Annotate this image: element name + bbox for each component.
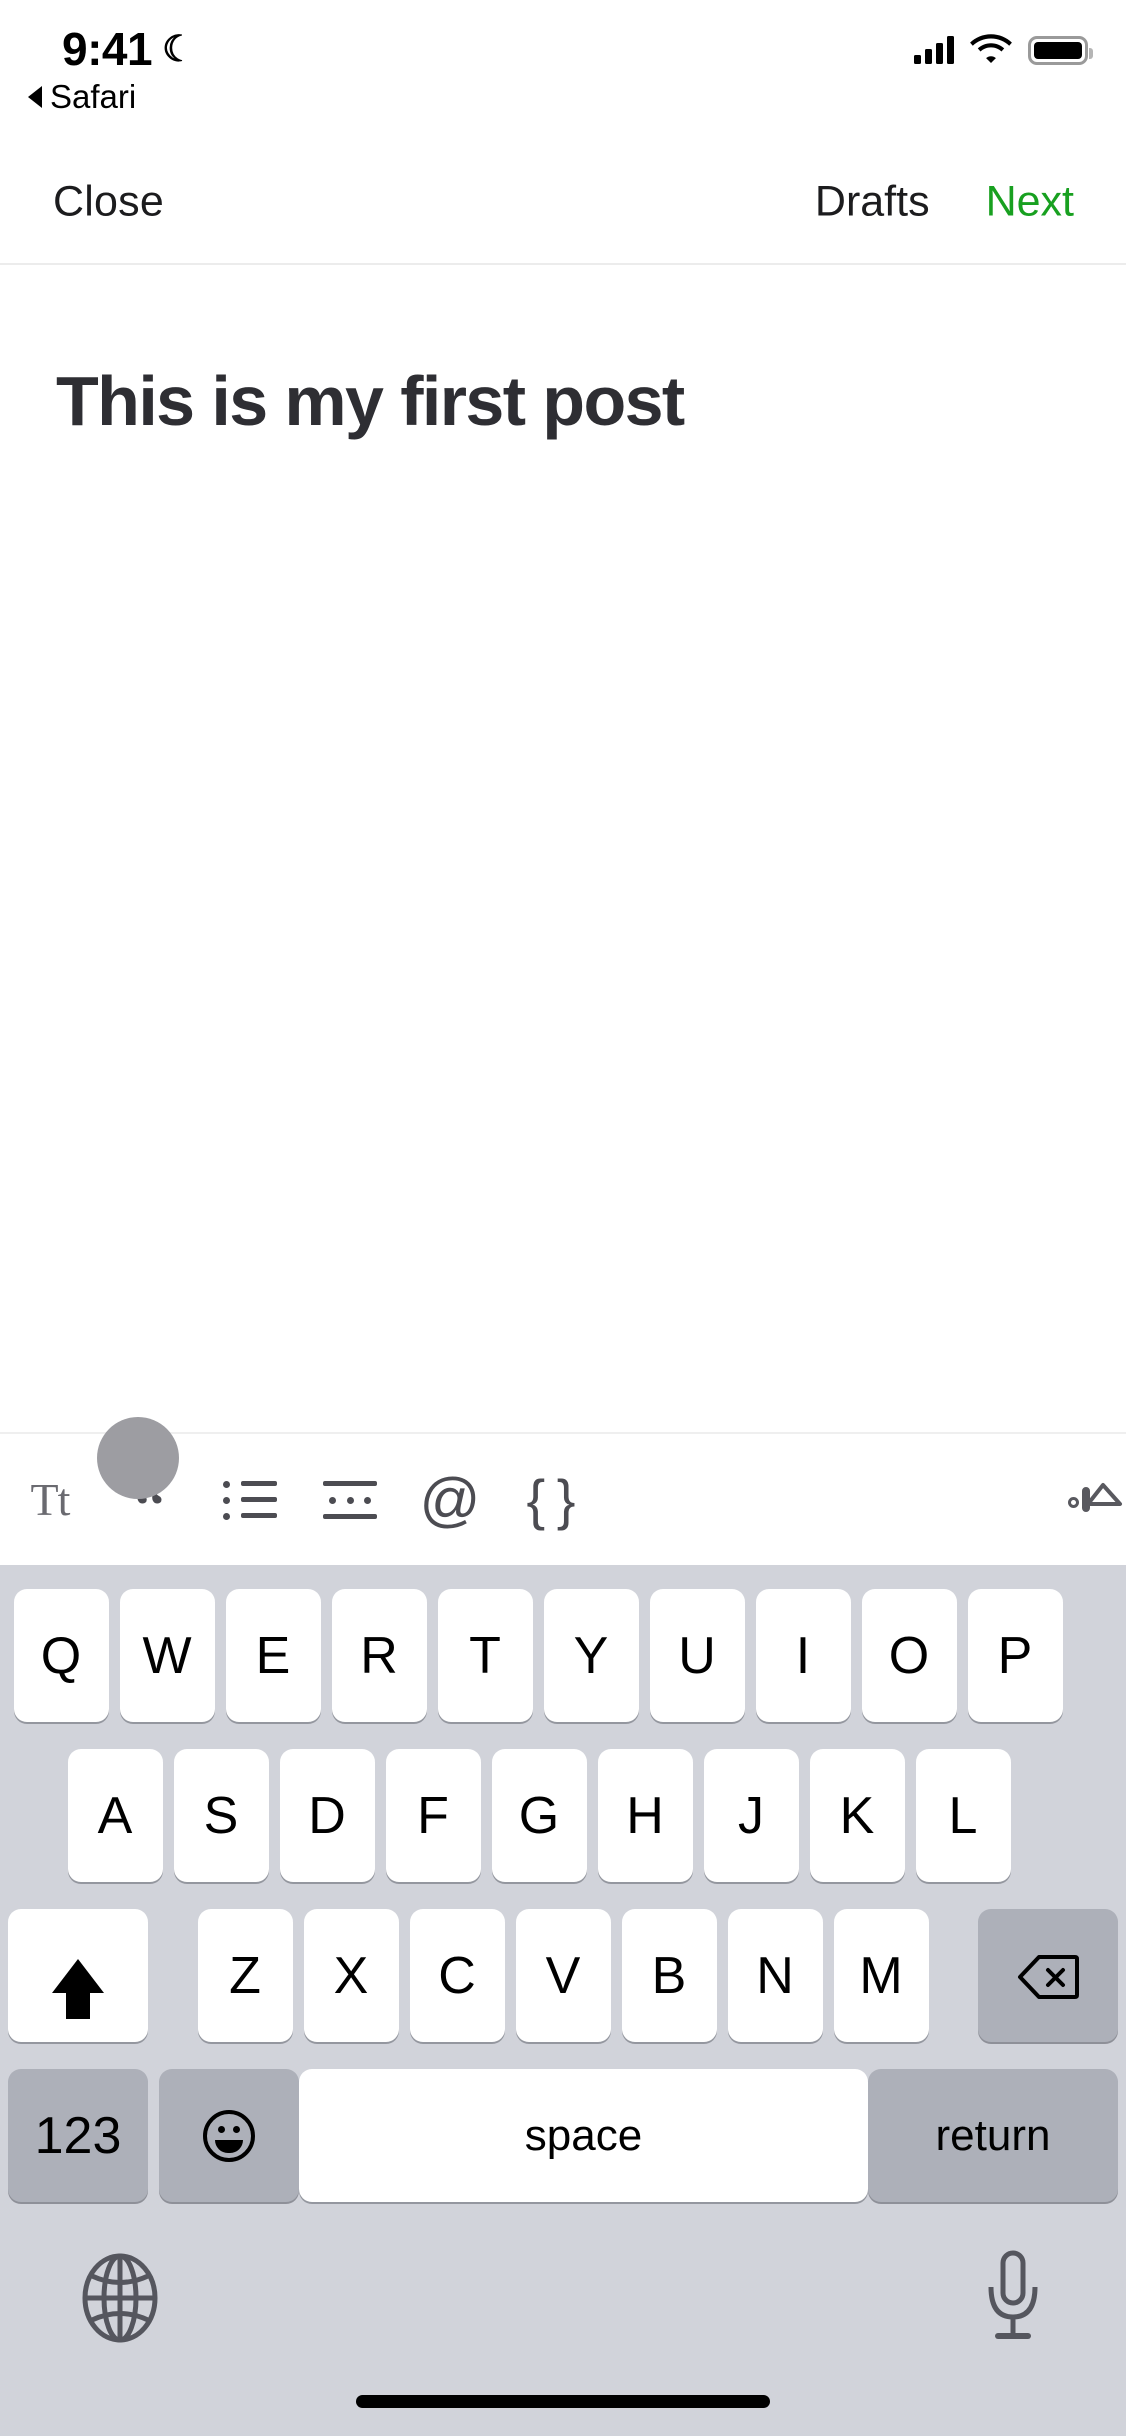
status-bar: 9:41 ☾ Safari	[0, 0, 1126, 140]
key-a[interactable]: A	[67, 1749, 163, 1882]
keyboard-row-3: Z X C V B N M	[0, 1909, 1126, 2042]
bulleted-list-icon[interactable]	[200, 1450, 300, 1550]
touch-point	[97, 1417, 179, 1499]
back-to-safari-button[interactable]: Safari	[28, 78, 136, 116]
nav-bar: Close Drafts Next	[0, 140, 1126, 265]
backspace-delete-icon	[1017, 1953, 1079, 1999]
status-time-group: 9:41 ☾	[62, 22, 194, 76]
code-block-icon[interactable]: { }	[500, 1450, 600, 1550]
format-toolbar-items: Tt “ @ {}	[0, 1450, 600, 1550]
post-editor[interactable]: This is my first post	[0, 267, 1126, 1447]
key-d[interactable]: D	[279, 1749, 375, 1882]
return-key[interactable]: return	[868, 2069, 1118, 2202]
row3-letters: Z X C V B N M	[192, 1909, 934, 2042]
mention-glyph: @	[419, 1465, 481, 1533]
key-u[interactable]: U	[649, 1589, 745, 1722]
text-format-icon[interactable]: Tt	[0, 1450, 100, 1550]
key-j[interactable]: J	[703, 1749, 799, 1882]
cellular-signal-icon	[914, 36, 954, 64]
shift-up-arrow-icon	[52, 1958, 104, 2019]
text-format-glyph: Tt	[30, 1474, 71, 1525]
status-time: 9:41	[62, 23, 153, 75]
space-key[interactable]: space	[299, 2069, 868, 2202]
horizontal-rule-glyph	[323, 1480, 377, 1520]
emoji-key[interactable]	[159, 2069, 299, 2202]
bulleted-list-glyph	[223, 1480, 277, 1520]
globe-language-icon[interactable]	[82, 2253, 158, 2348]
microphone-dictation-icon[interactable]	[982, 2249, 1044, 2352]
next-button[interactable]: Next	[986, 177, 1074, 226]
status-indicators	[914, 32, 1093, 68]
nav-right-actions: Drafts Next	[815, 177, 1074, 226]
key-c[interactable]: C	[409, 1909, 505, 2042]
drafts-button[interactable]: Drafts	[815, 177, 930, 226]
key-y[interactable]: Y	[543, 1589, 639, 1722]
key-w[interactable]: W	[119, 1589, 215, 1722]
key-q[interactable]: Q	[13, 1589, 109, 1722]
software-keyboard: Q W E R T Y U I O P A S D F G H J K L Z …	[0, 1565, 1126, 2436]
key-n[interactable]: N	[727, 1909, 823, 2042]
post-title-input[interactable]: This is my first post	[56, 362, 1086, 440]
code-block-glyph: { }	[526, 1467, 576, 1531]
emoji-smiley-icon	[203, 2109, 255, 2162]
key-v[interactable]: V	[515, 1909, 611, 2042]
key-f[interactable]: F	[385, 1749, 481, 1882]
keyboard-bottom-bar	[0, 2245, 1126, 2365]
blockquote-glyph: “	[134, 1469, 166, 1550]
key-g[interactable]: G	[491, 1749, 587, 1882]
key-h[interactable]: H	[597, 1749, 693, 1882]
insert-image-button[interactable]	[1068, 1482, 1126, 1512]
keyboard-row-1: Q W E R T Y U I O P	[0, 1589, 1126, 1722]
crescent-moon-icon: ☾	[162, 28, 194, 69]
key-z[interactable]: Z	[197, 1909, 293, 2042]
key-r[interactable]: R	[331, 1589, 427, 1722]
numbers-key[interactable]: 123	[8, 2069, 148, 2202]
insert-image-icon	[1068, 1482, 1122, 1512]
key-i[interactable]: I	[755, 1589, 851, 1722]
key-o[interactable]: O	[861, 1589, 957, 1722]
key-t[interactable]: T	[437, 1589, 533, 1722]
back-app-label: Safari	[50, 78, 137, 115]
key-s[interactable]: S	[173, 1749, 269, 1882]
delete-key[interactable]	[978, 1909, 1118, 2042]
key-e[interactable]: E	[225, 1589, 321, 1722]
battery-full-icon	[1028, 35, 1093, 65]
shift-key[interactable]	[8, 1909, 148, 2042]
home-indicator	[356, 2395, 770, 2408]
key-p[interactable]: P	[967, 1589, 1063, 1722]
back-triangle-icon	[28, 86, 42, 108]
key-x[interactable]: X	[303, 1909, 399, 2042]
key-b[interactable]: B	[621, 1909, 717, 2042]
image-mountain-icon	[1086, 1482, 1122, 1506]
key-m[interactable]: M	[833, 1909, 929, 2042]
key-l[interactable]: L	[915, 1749, 1011, 1882]
wifi-icon	[970, 32, 1012, 68]
horizontal-rule-icon[interactable]	[300, 1450, 400, 1550]
keyboard-row-2: A S D F G H J K L	[0, 1749, 1126, 1882]
mention-icon[interactable]: @	[400, 1450, 500, 1550]
key-k[interactable]: K	[809, 1749, 905, 1882]
close-button[interactable]: Close	[53, 177, 164, 226]
phone-screen: 9:41 ☾ Safari Close Drafts Next This is …	[0, 0, 1126, 2436]
keyboard-row-4: 123 space return	[0, 2069, 1126, 2202]
